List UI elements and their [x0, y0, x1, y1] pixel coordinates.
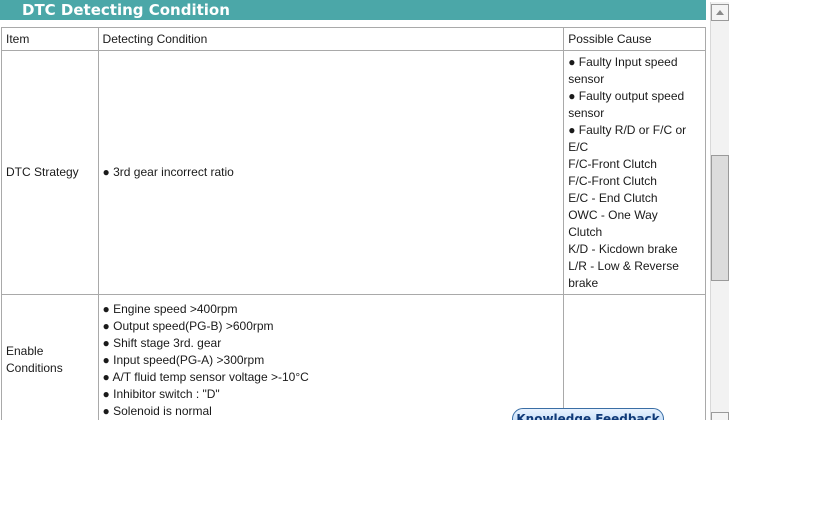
scroll-up-button[interactable]	[711, 4, 729, 21]
arrow-up-icon	[716, 10, 724, 15]
scroll-down-button[interactable]	[711, 412, 729, 420]
table-row: Enable Conditions ● Engine speed >400rpm…	[1, 294, 706, 420]
header-possible-cause: Possible Cause	[563, 27, 706, 51]
item-cell: DTC Strategy	[1, 50, 99, 295]
content-viewport: DTC Detecting Condition Item Detecting C…	[0, 0, 729, 420]
vertical-scrollbar[interactable]	[710, 2, 729, 420]
table-header-row: Item Detecting Condition Possible Cause	[1, 27, 706, 51]
cause-line: sensor	[568, 71, 605, 86]
cause-line: sensor	[568, 105, 605, 120]
header-item: Item	[1, 27, 99, 51]
cause-line: K/D - Kicdown brake	[568, 241, 678, 256]
item-line: Conditions	[6, 361, 63, 375]
condition-line: ● Engine speed >400rpm	[102, 301, 238, 316]
cause-line: F/C-Front Clutch	[568, 173, 657, 188]
condition-cell: ● Engine speed >400rpm ● Output speed(PG…	[97, 294, 565, 420]
section-title: DTC Detecting Condition	[22, 1, 230, 19]
scrollbar-thumb[interactable]	[711, 155, 729, 281]
item-cell: Enable Conditions	[1, 294, 99, 420]
cause-line: ● Faulty Input speed	[568, 54, 678, 69]
condition-line: ● Shift stage 3rd. gear	[102, 335, 222, 350]
header-detecting-condition: Detecting Condition	[97, 27, 565, 51]
condition-cell: ● 3rd gear incorrect ratio	[97, 50, 565, 295]
condition-line: ● Inhibitor switch : "D"	[102, 386, 220, 401]
cause-cell	[563, 294, 706, 420]
cause-cell: ● Faulty Input speed sensor ● Faulty out…	[563, 50, 706, 295]
condition-line: ● Solenoid is normal	[102, 403, 212, 418]
cause-line: Clutch	[568, 224, 603, 239]
dtc-table: Item Detecting Condition Possible Cause …	[1, 27, 706, 420]
cause-line: E/C	[568, 139, 589, 154]
cause-line: OWC - One Way	[568, 207, 658, 222]
cause-line: ● Faulty output speed	[568, 88, 685, 103]
table-row: DTC Strategy ● 3rd gear incorrect ratio …	[1, 50, 706, 295]
cause-line: F/C-Front Clutch	[568, 156, 657, 171]
knowledge-feedback-button[interactable]: Knowledge Feedback	[512, 408, 664, 420]
cause-line: brake	[568, 275, 599, 290]
cause-line: E/C - End Clutch	[568, 190, 658, 205]
condition-line: ● 3rd gear incorrect ratio	[102, 165, 234, 179]
condition-line: ● Input speed(PG-A) >300rpm	[102, 352, 265, 367]
section-title-bar: DTC Detecting Condition	[0, 0, 706, 20]
condition-line: ● Output speed(PG-B) >600rpm	[102, 318, 274, 333]
item-line: Enable	[6, 344, 44, 358]
condition-line: ● A/T fluid temp sensor voltage >-10°C	[102, 369, 309, 384]
cause-line: ● Faulty R/D or F/C or	[568, 122, 687, 137]
cause-line: L/R - Low & Reverse	[568, 258, 679, 273]
